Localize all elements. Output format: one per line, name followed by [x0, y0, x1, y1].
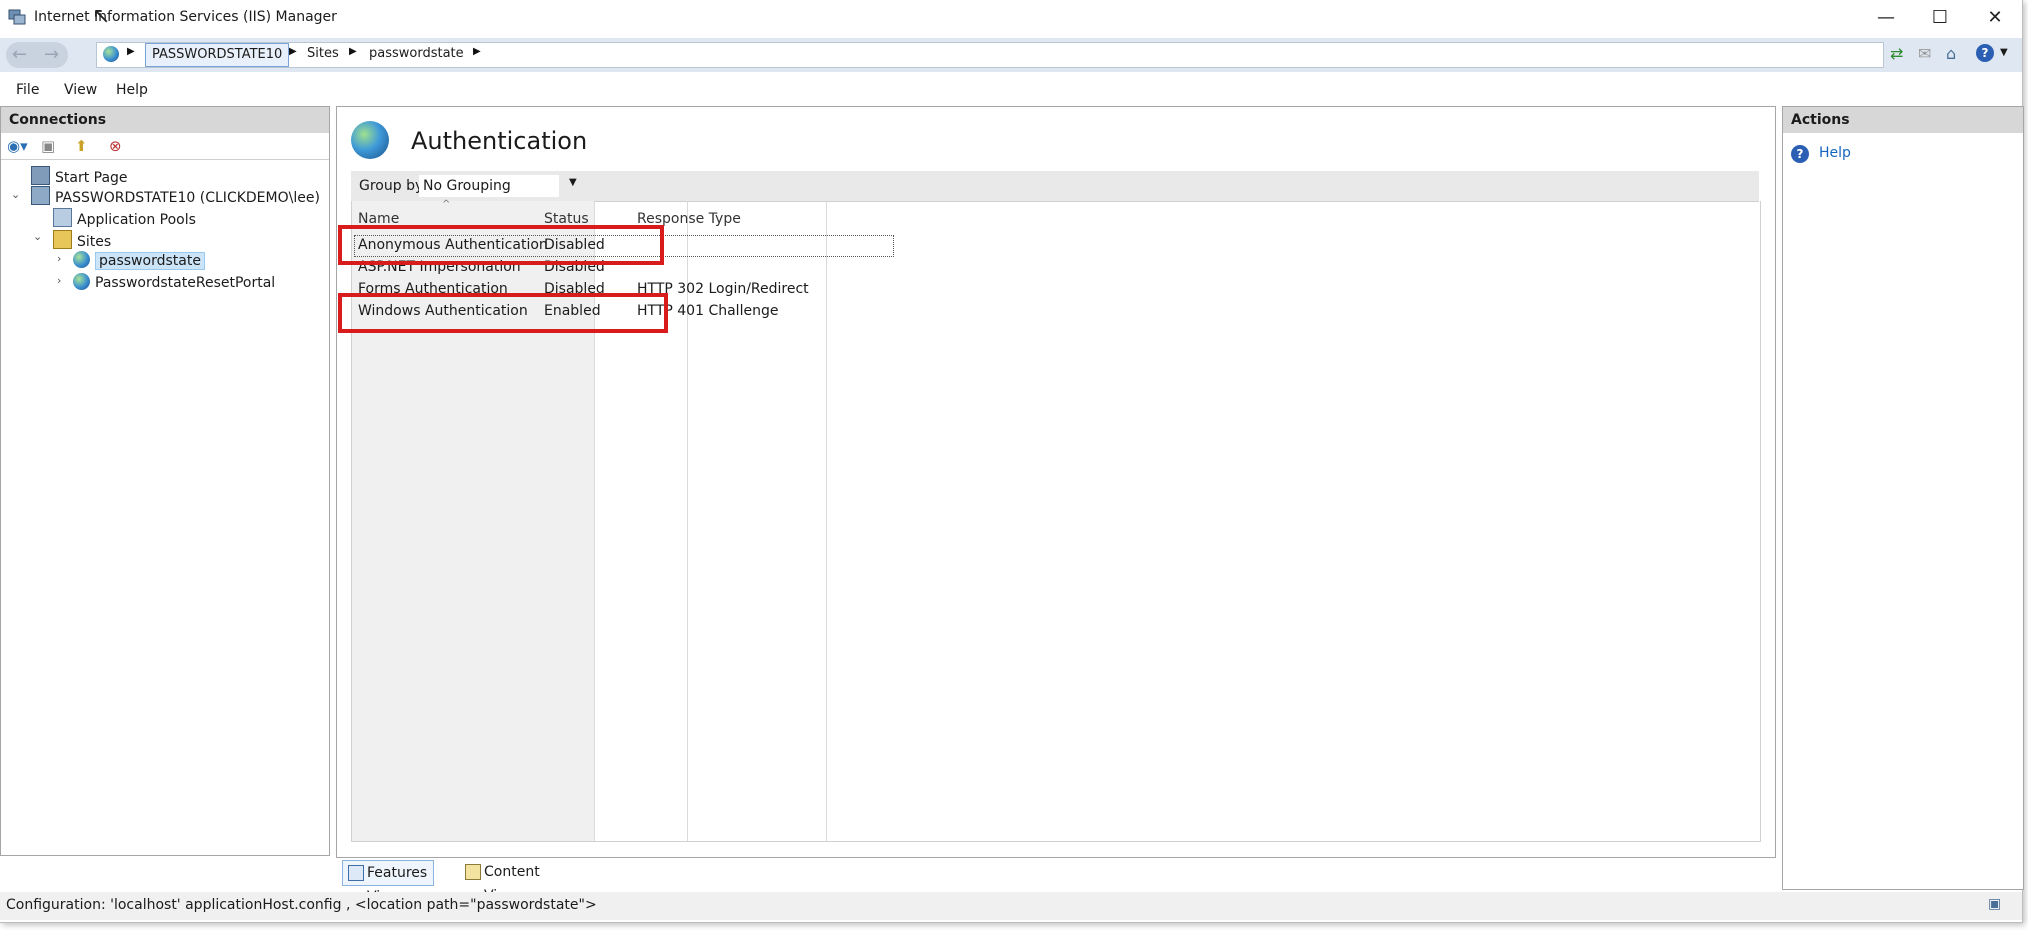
breadcrumb-separator-icon[interactable]: ▶ — [349, 46, 357, 57]
authentication-globe-icon — [351, 121, 389, 159]
stop-icon[interactable]: ✉ — [1918, 44, 1931, 63]
chevron-down-icon[interactable]: ⌄ — [11, 188, 20, 201]
tab-content-view[interactable]: Content View — [460, 860, 546, 904]
sort-caret-icon: ^ — [442, 199, 451, 210]
breadcrumb-separator-icon[interactable]: ▶ — [473, 46, 481, 57]
connections-toolbar: ◉▾ ▣ ⬆ ⊗ — [1, 133, 329, 160]
tree-start-page[interactable]: Start Page — [31, 166, 128, 186]
actions-header: Actions — [1783, 107, 2023, 133]
group-by-select[interactable]: No Grouping — [419, 175, 559, 197]
column-divider — [826, 201, 827, 841]
help-icon[interactable]: ? — [1791, 145, 1809, 163]
tree-application-pools[interactable]: Application Pools — [53, 208, 196, 228]
chevron-down-icon[interactable]: ⌄ — [33, 230, 42, 243]
tree-label: PasswordstateResetPortal — [95, 275, 276, 291]
tree-label: Sites — [77, 234, 112, 250]
tree-site-resetportal[interactable]: PasswordstateResetPortal — [73, 273, 275, 291]
globe-icon — [73, 251, 90, 268]
globe-icon — [103, 46, 119, 62]
save-icon[interactable]: ▣ — [41, 137, 55, 155]
refresh-icon[interactable]: ⇄ — [1890, 44, 1903, 63]
address-row: ← → ▶ PASSWORDSTATE10 ▶ Sites ▶ password… — [0, 38, 2022, 72]
mouse-cursor-icon: ↖ — [92, 4, 111, 29]
connections-header: Connections — [1, 107, 329, 133]
close-button[interactable]: ✕ — [1983, 6, 2007, 30]
column-divider — [687, 201, 688, 841]
menu-file[interactable]: File — [16, 82, 39, 98]
app-pools-icon — [53, 208, 72, 227]
authentication-grid: Name ^ Status Response Type Anonymous Au… — [338, 199, 1761, 842]
status-text: Configuration: 'localhost' applicationHo… — [6, 897, 597, 913]
nav-buttons: ← → — [6, 42, 68, 68]
group-by-bar: Group by: No Grouping ▼ — [351, 171, 1759, 202]
menu-bar: File View Help — [0, 78, 2022, 104]
tree-site-passwordstate[interactable]: passwordstate — [73, 251, 205, 270]
menu-help[interactable]: Help — [116, 82, 148, 98]
title-bar: Internet Information Services (IIS) Mana… — [0, 0, 2022, 36]
breadcrumb-separator-icon[interactable]: ▶ — [289, 46, 297, 57]
tree-label: Application Pools — [77, 212, 196, 228]
feature-panel: Authentication Group by: No Grouping ▼ N… — [336, 106, 1776, 858]
window-title: Internet Information Services (IIS) Mana… — [34, 9, 337, 25]
iis-manager-window: Internet Information Services (IIS) Mana… — [0, 0, 2024, 923]
home-icon[interactable]: ⌂ — [1946, 44, 1956, 63]
tree-sites[interactable]: Sites — [53, 230, 111, 250]
tree-label: Start Page — [55, 170, 128, 186]
iis-app-icon — [8, 9, 26, 25]
highlight-box-windows — [338, 293, 668, 333]
chevron-down-icon[interactable]: ▼ — [569, 177, 577, 188]
help-icon[interactable]: ? — [1976, 44, 1994, 62]
chevron-right-icon[interactable]: › — [57, 274, 61, 287]
status-network-icon: ▣ — [1988, 896, 2002, 912]
connections-panel: Connections ◉▾ ▣ ⬆ ⊗ Start Page ⌄ PASSWO… — [0, 106, 330, 856]
address-bar[interactable]: ▶ PASSWORDSTATE10 ▶ Sites ▶ passwordstat… — [96, 42, 1884, 68]
chevron-down-icon[interactable]: ▼ — [2000, 47, 2008, 58]
breadcrumb-server[interactable]: PASSWORDSTATE10 — [145, 43, 290, 67]
chevron-right-icon[interactable]: › — [57, 252, 61, 265]
folder-icon — [53, 230, 72, 249]
tree-server[interactable]: PASSWORDSTATE10 (CLICKDEMO\lee) — [31, 186, 320, 206]
features-view-icon — [348, 865, 364, 881]
tab-features-view[interactable]: Features View — [342, 860, 435, 905]
start-page-icon — [31, 166, 50, 185]
server-icon — [31, 186, 50, 205]
page-title: Authentication — [411, 127, 588, 155]
back-arrow-icon[interactable]: ← — [12, 44, 27, 65]
forward-arrow-icon[interactable]: → — [44, 44, 59, 65]
group-by-label: Group by: — [359, 178, 427, 194]
breadcrumb-separator-icon[interactable]: ▶ — [127, 46, 135, 57]
content-view-icon — [465, 864, 481, 880]
breadcrumb-site[interactable]: passwordstate — [369, 46, 464, 61]
help-link[interactable]: Help — [1819, 145, 1851, 161]
menu-view[interactable]: View — [64, 82, 97, 98]
minimize-button[interactable]: — — [1874, 6, 1898, 30]
status-bar: Configuration: 'localhost' applicationHo… — [0, 892, 2022, 920]
disconnect-icon[interactable]: ⊗ — [109, 137, 122, 155]
globe-icon — [73, 273, 90, 290]
up-folder-icon[interactable]: ⬆ — [75, 137, 88, 155]
tree-label: PASSWORDSTATE10 (CLICKDEMO\lee) — [55, 190, 320, 206]
actions-panel: Actions ? Help — [1782, 106, 2024, 890]
connect-globe-icon[interactable]: ◉▾ — [7, 137, 28, 155]
maximize-button[interactable]: ☐ — [1928, 6, 1952, 30]
breadcrumb-sites[interactable]: Sites — [307, 46, 339, 61]
tree-label: passwordstate — [95, 252, 205, 270]
highlight-box-anonymous — [338, 225, 664, 265]
